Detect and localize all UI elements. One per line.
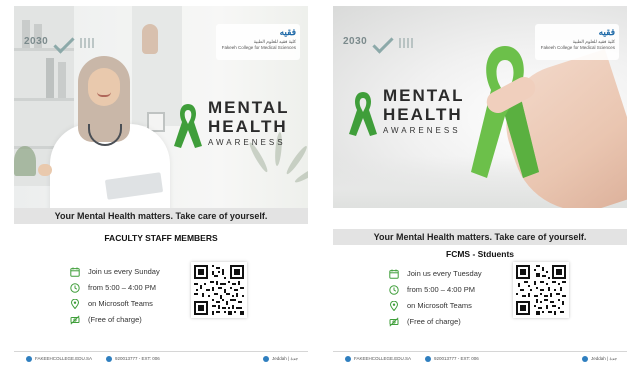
- college-logo: فقيه كلية فقيه للعلوم الطبية Fakeeh Coll…: [216, 24, 300, 60]
- vision-year: 2030: [343, 36, 368, 47]
- location-pin-icon: [389, 301, 399, 311]
- poster-footer: FAKEEHCOLLEGE.EDU.SA 920013777 - EXT: 00…: [14, 351, 308, 365]
- info-row-location: on Microsoft Teams: [70, 298, 190, 314]
- doctor-hand: [38, 164, 52, 176]
- qr-code-image: [194, 265, 244, 315]
- info-text: from 5:00 – 4:00 PM: [88, 283, 156, 292]
- footer-location: Jeddah | جدة: [263, 352, 298, 366]
- vision-dots: [80, 38, 96, 48]
- college-logo-word: فقيه: [598, 27, 615, 37]
- footer-website[interactable]: FAKEEHCOLLEGE.EDU.SA: [26, 352, 92, 366]
- phone-icon: [106, 355, 112, 362]
- vision-2030-logo: 2030: [343, 30, 415, 54]
- title-line-2: HEALTH: [208, 117, 288, 136]
- info-row-location: on Microsoft Teams: [389, 300, 509, 316]
- qr-code[interactable]: [513, 262, 569, 318]
- footer-phone: 920013777 - EXT: 006: [425, 352, 479, 366]
- green-ribbon-icon: [349, 92, 377, 136]
- location-pin-icon: [582, 355, 589, 362]
- info-row-day: Join us every Sunday: [70, 266, 190, 282]
- footer-website[interactable]: FAKEEHCOLLEGE.EDU.SA: [345, 352, 411, 366]
- tagline: Your Mental Health matters. Take care of…: [14, 208, 308, 224]
- tagline: Your Mental Health matters. Take care of…: [333, 229, 627, 245]
- info-text: Join us every Tuesday: [407, 269, 482, 278]
- globe-icon: [345, 355, 351, 362]
- info-text: Join us every Sunday: [88, 267, 160, 276]
- audience-label: FACULTY STAFF MEMBERS: [104, 233, 218, 243]
- vision-year: 2030: [24, 36, 49, 47]
- audience-label: FCMS - Stduents: [446, 249, 514, 259]
- info-text: on Microsoft Teams: [88, 299, 153, 308]
- poster-faculty: 2030 فقيه كلية فقيه للعلوم الطبية Fakeeh…: [14, 6, 308, 367]
- footer-location: Jeddah | جدة: [582, 352, 617, 366]
- qr-code[interactable]: [191, 262, 247, 318]
- plant: [14, 146, 36, 176]
- title-line-3: AWARENESS: [383, 126, 461, 135]
- title-line-1: MENTAL: [208, 98, 290, 117]
- college-name-english: Fakeeh College for Medical Sciences: [221, 45, 296, 50]
- college-name-english: Fakeeh College for Medical Sciences: [540, 45, 615, 50]
- no-money-icon: [389, 317, 399, 327]
- title-line-1: MENTAL: [383, 86, 465, 105]
- college-logo-word: فقيه: [279, 27, 296, 37]
- location-pin-icon: [263, 355, 270, 362]
- calendar-icon: [70, 267, 80, 277]
- qr-code-image: [516, 265, 566, 315]
- event-info-list: Join us every Sunday from 5:00 – 4:00 PM…: [70, 266, 190, 330]
- college-logo: فقيه كلية فقيه للعلوم الطبية Fakeeh Coll…: [535, 24, 619, 60]
- poster-footer: FAKEEHCOLLEGE.EDU.SA 920013777 - EXT: 00…: [333, 351, 627, 365]
- phone-icon: [425, 355, 431, 362]
- green-ribbon-icon: [471, 46, 539, 178]
- vision-check-icon: [53, 32, 75, 54]
- hero-photo: 2030 فقيه كلية فقيه للعلوم الطبية Fakeeh…: [14, 6, 308, 208]
- info-row-day: Join us every Tuesday: [389, 268, 509, 284]
- event-info-list: Join us every Tuesday from 5:00 – 4:00 P…: [389, 268, 509, 332]
- info-row-fee: (Free of charge): [389, 316, 509, 332]
- vision-dots: [399, 38, 415, 48]
- info-text: (Free of charge): [88, 315, 142, 324]
- location-pin-icon: [70, 299, 80, 309]
- calendar-icon: [389, 269, 399, 279]
- info-row-time: from 5:00 – 4:00 PM: [70, 282, 190, 298]
- info-text: (Free of charge): [407, 317, 461, 326]
- title-line-3: AWARENESS: [208, 138, 286, 147]
- poster-students: 2030 فقيه كلية فقيه للعلوم الطبية Fakeeh…: [333, 6, 627, 367]
- footer-phone: 920013777 - EXT: 006: [106, 352, 160, 366]
- green-ribbon-icon: [174, 104, 202, 148]
- hero-photo: 2030 فقيه كلية فقيه للعلوم الطبية Fakeeh…: [333, 6, 627, 208]
- info-row-fee: (Free of charge): [70, 314, 190, 330]
- no-money-icon: [70, 315, 80, 325]
- info-text: from 5:00 – 4:00 PM: [407, 285, 475, 294]
- clock-icon: [70, 283, 80, 293]
- vase: [142, 24, 158, 54]
- info-row-time: from 5:00 – 4:00 PM: [389, 284, 509, 300]
- title-line-2: HEALTH: [383, 105, 463, 124]
- doctor-face: [88, 68, 120, 106]
- clock-icon: [389, 285, 399, 295]
- globe-icon: [26, 355, 32, 362]
- vision-check-icon: [372, 32, 394, 54]
- info-text: on Microsoft Teams: [407, 301, 472, 310]
- vision-2030-logo: 2030: [24, 30, 96, 54]
